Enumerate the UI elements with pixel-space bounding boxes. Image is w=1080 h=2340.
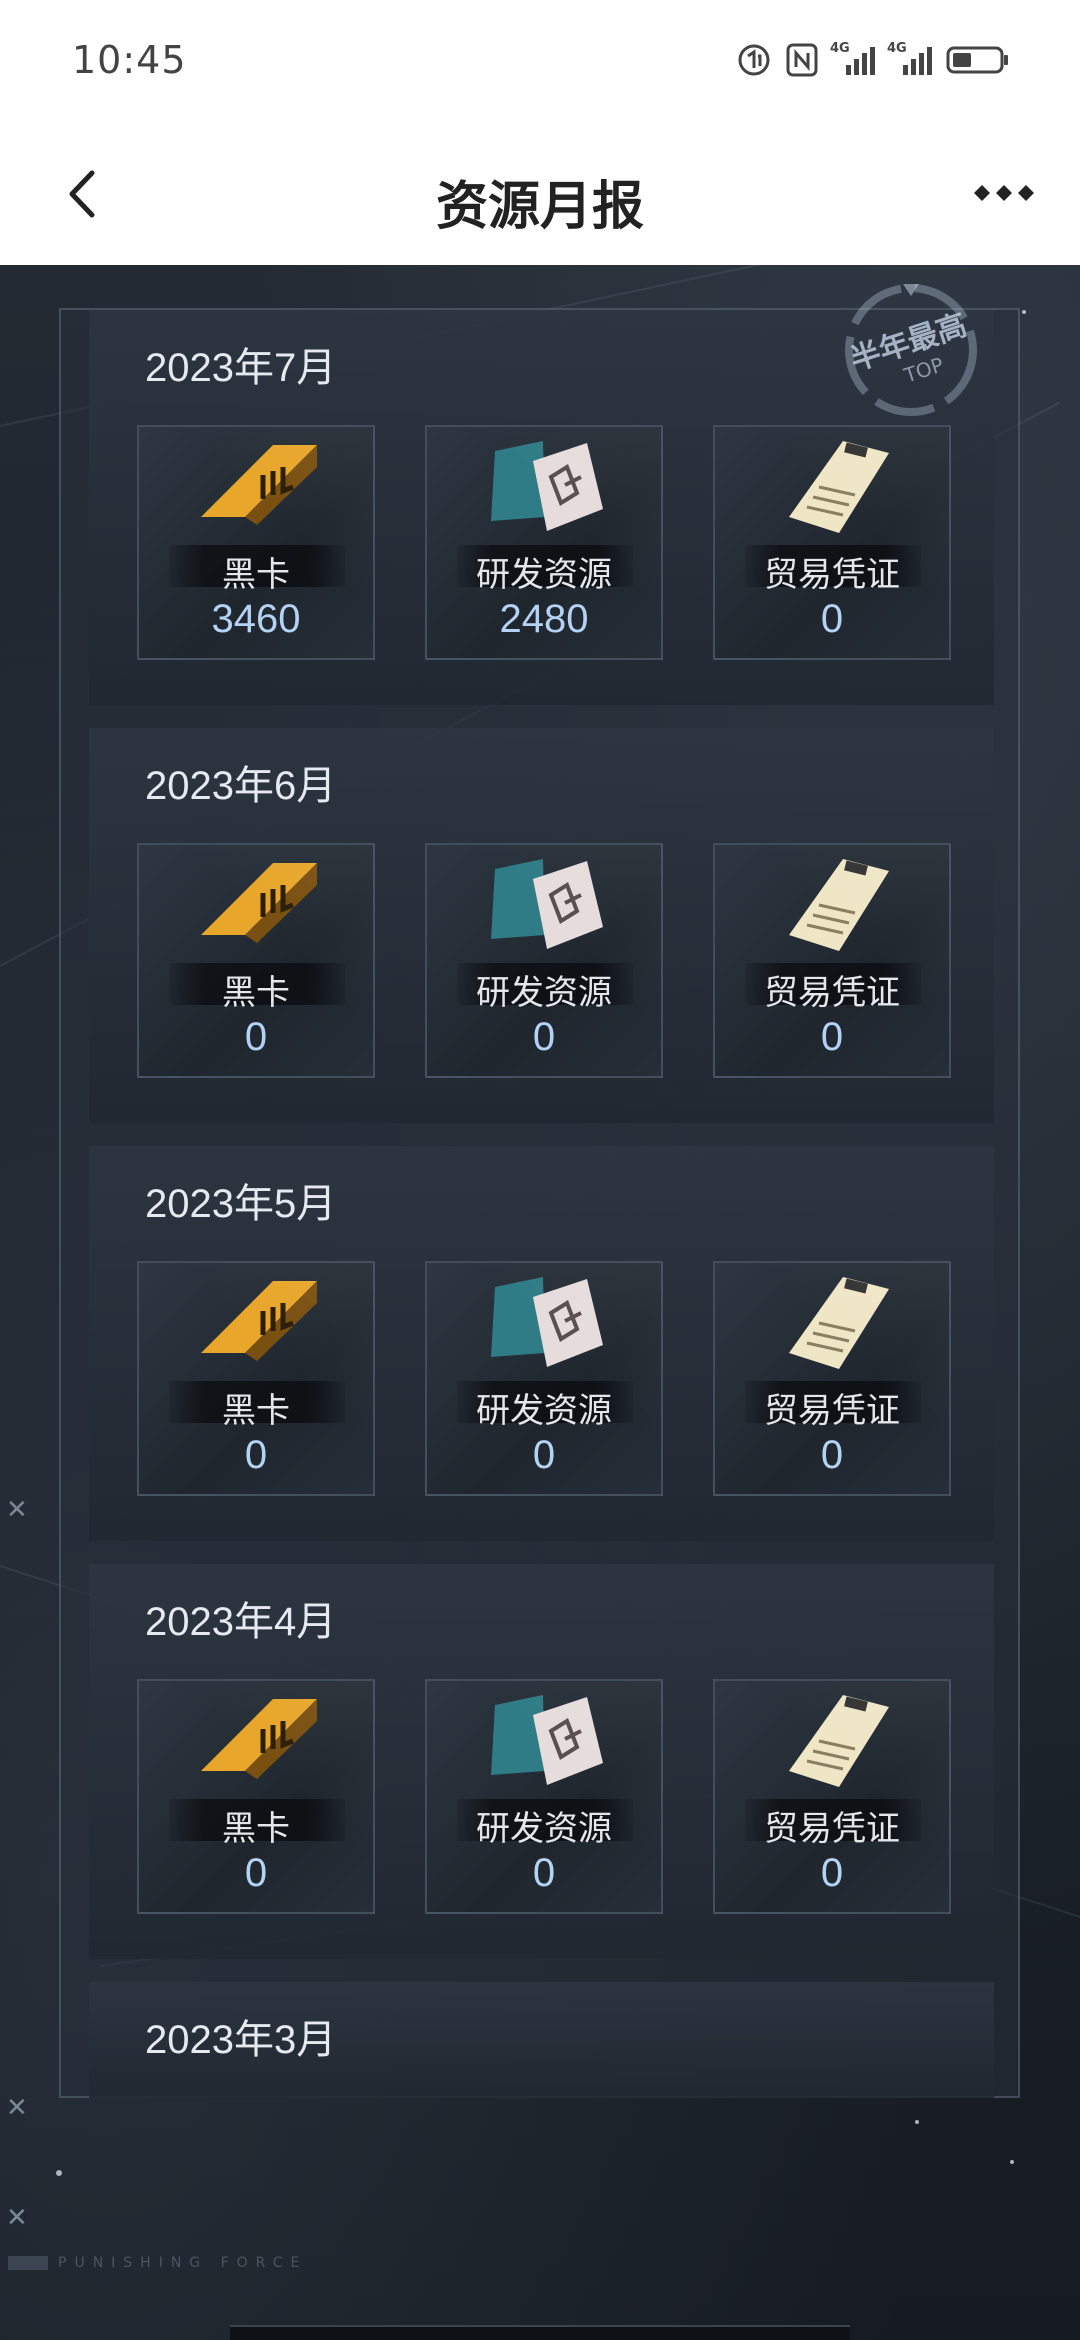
month-section: 2023年6月 黑卡 0 研发资源 0 贸易凭证 0 <box>89 728 994 1123</box>
resource-name: 贸易凭证 <box>764 555 900 595</box>
bottom-decor-bar <box>230 2325 850 2340</box>
month-section: 2023年3月 <box>89 1982 994 2098</box>
trade-voucher-icon <box>789 1695 889 1787</box>
monthly-report-panel[interactable]: 2023年7月 黑卡 3460 研发资源 2480 贸易凭证 0 2023年6月… <box>59 284 1020 2098</box>
status-bar: 10:45 4G 4G <box>0 0 1080 120</box>
resource-card-trade-voucher[interactable]: 贸易凭证 0 <box>713 1261 951 1496</box>
resource-name: 黑卡 <box>222 555 290 595</box>
network-type-1: 4G <box>830 41 850 56</box>
resource-card-black-card[interactable]: 黑卡 3460 <box>137 425 375 660</box>
half-year-top-badge: 半年最高 TOP <box>845 284 977 416</box>
nfc-icon <box>786 43 818 77</box>
resource-name: 黑卡 <box>222 1391 290 1431</box>
black-card-icon <box>201 863 317 943</box>
battery-icon <box>946 46 1008 74</box>
resource-count: 0 <box>244 1015 268 1059</box>
decorative-x-icon: ✕ <box>6 1495 28 1525</box>
status-icons: 4G 4G <box>736 40 1010 80</box>
resource-card-trade-voucher[interactable]: 贸易凭证 0 <box>713 1679 951 1914</box>
resource-name: 研发资源 <box>476 973 612 1013</box>
month-section: 2023年4月 黑卡 0 研发资源 0 贸易凭证 0 <box>89 1564 994 1959</box>
decorative-star <box>1010 2160 1014 2164</box>
resource-name: 研发资源 <box>476 1391 612 1431</box>
black-card-icon <box>201 1281 317 1361</box>
resource-card-research[interactable]: 研发资源 2480 <box>425 425 663 660</box>
decorative-star <box>915 2120 919 2124</box>
resource-count: 0 <box>532 1433 556 1477</box>
resource-count: 0 <box>820 1433 844 1477</box>
data-saver-icon <box>738 44 770 76</box>
decorative-x-icon: ✕ <box>6 2203 28 2233</box>
resource-name: 贸易凭证 <box>764 1809 900 1849</box>
trade-voucher-icon <box>789 859 889 951</box>
brand-bar <box>8 2256 48 2270</box>
resource-count: 0 <box>532 1015 556 1059</box>
resource-card-black-card[interactable]: 黑卡 0 <box>137 1679 375 1914</box>
resource-name: 贸易凭证 <box>764 1391 900 1431</box>
resource-name: 研发资源 <box>476 555 612 595</box>
signal-strength-1-icon: 4G <box>830 41 875 75</box>
signal-strength-2-icon: 4G <box>887 41 932 75</box>
trade-voucher-icon <box>789 441 889 533</box>
status-time: 10:45 <box>72 38 187 82</box>
resource-card-trade-voucher[interactable]: 贸易凭证 0 <box>713 425 951 660</box>
black-card-icon <box>201 1699 317 1779</box>
resource-name: 黑卡 <box>222 973 290 1013</box>
decorative-star <box>56 2170 62 2176</box>
resource-name: 贸易凭证 <box>764 973 900 1013</box>
more-options-button[interactable] <box>964 168 1044 218</box>
month-label: 2023年7月 <box>145 346 337 390</box>
resource-count: 0 <box>244 1433 268 1477</box>
research-resource-icon <box>491 1695 603 1785</box>
network-type-2: 4G <box>887 41 907 56</box>
month-label: 2023年5月 <box>145 1182 337 1226</box>
resource-count: 0 <box>820 1851 844 1895</box>
resource-count: 2480 <box>499 597 589 641</box>
research-resource-icon <box>491 441 603 531</box>
content-area[interactable]: ✕ ✕ ✕ 2023年7月 黑卡 3460 研发资源 2480 贸易凭证 0 2… <box>0 265 1080 2340</box>
resource-card-research[interactable]: 研发资源 0 <box>425 1261 663 1496</box>
resource-count: 3460 <box>211 597 301 641</box>
resource-count: 0 <box>244 1851 268 1895</box>
app-header: 资源月报 <box>0 120 1080 265</box>
page-title: 资源月报 <box>435 177 644 237</box>
footer-brand: PUNISHING FORCE <box>8 2255 307 2271</box>
month-label: 2023年4月 <box>145 1600 337 1644</box>
more-dots-icon <box>974 185 1034 201</box>
decorative-star <box>1022 310 1026 314</box>
resource-count: 0 <box>532 1851 556 1895</box>
resource-card-trade-voucher[interactable]: 贸易凭证 0 <box>713 843 951 1078</box>
resource-count: 0 <box>820 597 844 641</box>
month-label: 2023年3月 <box>145 2018 337 2062</box>
resource-count: 0 <box>820 1015 844 1059</box>
resource-card-research[interactable]: 研发资源 0 <box>425 1679 663 1914</box>
month-section: 2023年5月 黑卡 0 研发资源 0 贸易凭证 0 <box>89 1146 994 1541</box>
resource-name: 研发资源 <box>476 1809 612 1849</box>
resource-name: 黑卡 <box>222 1809 290 1849</box>
trade-voucher-icon <box>789 1277 889 1369</box>
research-resource-icon <box>491 1277 603 1367</box>
brand-text: PUNISHING FORCE <box>58 2255 308 2271</box>
research-resource-icon <box>491 859 603 949</box>
resource-card-black-card[interactable]: 黑卡 0 <box>137 843 375 1078</box>
resource-card-research[interactable]: 研发资源 0 <box>425 843 663 1078</box>
month-label: 2023年6月 <box>145 764 337 808</box>
black-card-icon <box>201 445 317 525</box>
decorative-x-icon: ✕ <box>6 2093 28 2123</box>
resource-card-black-card[interactable]: 黑卡 0 <box>137 1261 375 1496</box>
